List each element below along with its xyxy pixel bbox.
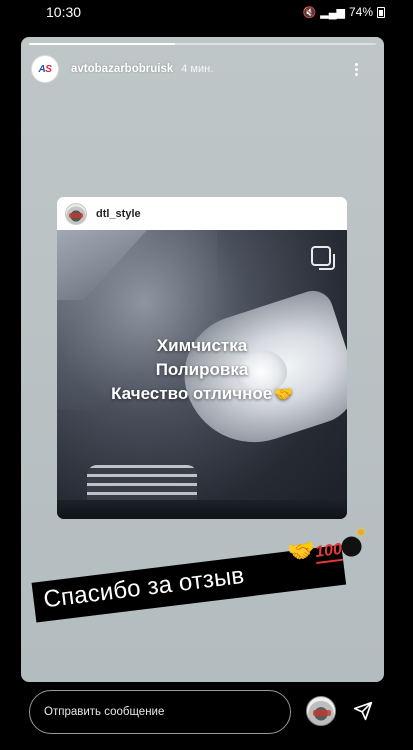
status-bar: 10:30 🔇 ▂▄▆ 74%: [0, 0, 413, 26]
mute-icon: 🔇: [302, 6, 317, 19]
sticker-button[interactable]: [306, 696, 336, 726]
reply-bar: [0, 682, 413, 750]
message-input[interactable]: [29, 690, 291, 734]
hundred-points-emoji: 100: [314, 540, 344, 564]
shared-post-photo: Химчистка Полировка Качество отличное 🤝: [57, 230, 347, 519]
status-icons: 🔇 ▂▄▆ 74%: [303, 5, 385, 19]
shared-post-username[interactable]: dtl_style: [96, 208, 141, 220]
caption-line-3: Качество отличное 🤝: [57, 382, 347, 407]
caption-line-1: Химчистка: [156, 336, 248, 355]
car-bumper: [57, 500, 347, 519]
battery-percent: 74%: [348, 5, 373, 19]
story-progress-bar: [29, 43, 376, 45]
shared-post-header: dtl_style: [57, 197, 347, 230]
send-icon[interactable]: [352, 700, 374, 722]
multiple-photos-icon: [311, 246, 335, 270]
handshake-emoji: 🤝: [286, 537, 317, 566]
story-progress-fill: [29, 43, 175, 45]
avatar-logo: AS: [38, 63, 52, 75]
battery-icon: [377, 6, 385, 18]
caption-line-3-text: Качество отличное: [111, 384, 273, 403]
signal-icon: ▂▄▆: [320, 6, 345, 19]
status-time: 10:30: [46, 4, 82, 20]
photo-caption: Химчистка Полировка Качество отличное 🤝: [57, 334, 347, 407]
bomb-emoji: [340, 535, 363, 558]
handshake-emoji: 🤝: [274, 386, 293, 403]
story-username[interactable]: avtobazarbobruisk: [71, 63, 173, 75]
thanks-emojis: 🤝100: [286, 530, 363, 567]
screen: 10:30 🔇 ▂▄▆ 74% AS avtobazarbobruisk 4 м…: [0, 0, 413, 750]
more-options-icon[interactable]: [346, 59, 366, 79]
story-header: AS avtobazarbobruisk 4 мин.: [31, 53, 374, 85]
caption-line-2: Полировка: [155, 360, 249, 379]
shared-post-avatar: [65, 202, 87, 225]
shared-post-card[interactable]: dtl_style Химчистка Полировка Качество о…: [57, 197, 347, 519]
avatar[interactable]: AS: [31, 55, 59, 83]
story-time: 4 мин.: [181, 63, 214, 75]
